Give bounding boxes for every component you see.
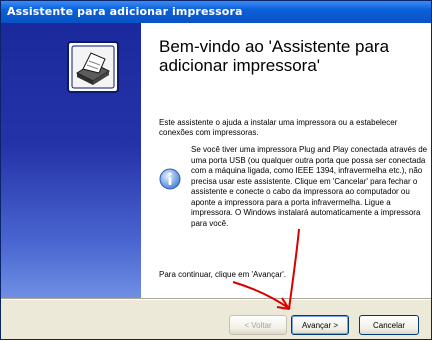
wizard-side-panel	[1, 23, 141, 298]
title-bar[interactable]: Assistente para adicionar impressora	[1, 1, 431, 23]
footer-separator	[1, 298, 431, 300]
back-button[interactable]: < Voltar	[229, 315, 287, 335]
window-title: Assistente para adicionar impressora	[7, 5, 243, 18]
printer-icon	[67, 41, 119, 93]
continue-instruction: Para continuar, clique em 'Avançar'.	[159, 270, 286, 279]
plug-and-play-info-text: Se você tiver uma impressora Plug and Pl…	[191, 145, 428, 228]
welcome-heading: Bem-vindo ao 'Assistente para adicionar …	[159, 37, 390, 75]
add-printer-wizard-window: Assistente para adicionar impressora Bem…	[0, 0, 432, 340]
cancel-button[interactable]: Cancelar	[359, 315, 419, 335]
intro-text: Este assistente o ajuda a instalar uma i…	[159, 118, 398, 137]
info-icon	[159, 168, 181, 190]
wizard-content: Bem-vindo ao 'Assistente para adicionar …	[141, 23, 431, 298]
next-button[interactable]: Avançar >	[291, 315, 349, 335]
